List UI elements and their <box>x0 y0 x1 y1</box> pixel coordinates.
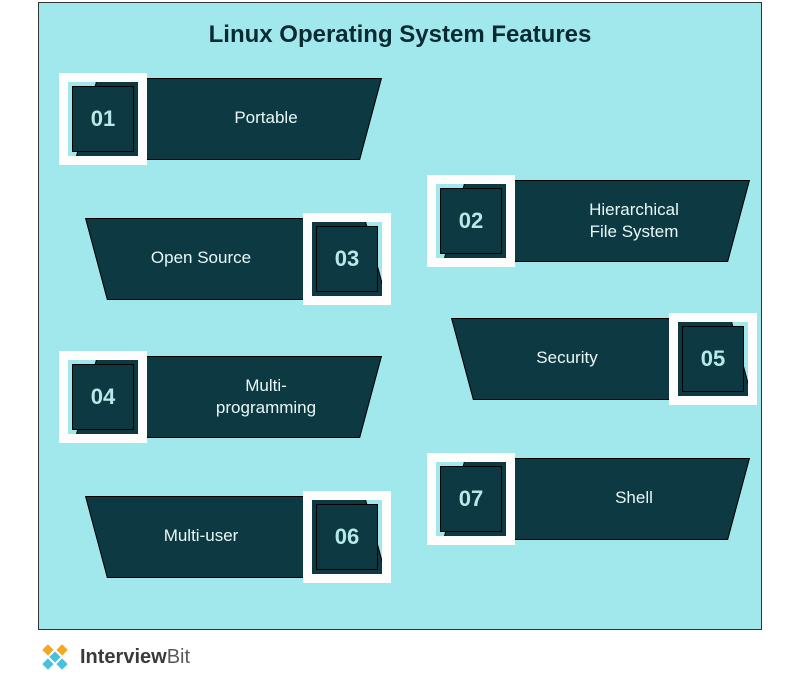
feature-item-shell: 07 Shell <box>419 453 759 545</box>
feature-number-frame <box>303 491 391 583</box>
feature-label: HierarchicalFile System <box>549 199 719 243</box>
diagram-title: Linux Operating System Features <box>39 21 761 49</box>
feature-number-frame <box>303 213 391 305</box>
feature-number-frame <box>59 73 147 165</box>
feature-label: Multi-programming <box>181 375 351 419</box>
brand-name: InterviewBit <box>80 646 190 669</box>
brand-name-part2: Bit <box>167 646 190 668</box>
footer-brand: InterviewBit <box>38 640 190 674</box>
feature-label: Security <box>487 347 647 369</box>
feature-item-multi-programming: 04 Multi-programming <box>51 351 391 443</box>
feature-item-security: 05 Security <box>437 313 767 405</box>
brand-logo-icon <box>38 640 72 674</box>
feature-label: Open Source <box>121 247 281 269</box>
feature-label: Multi-user <box>121 525 281 547</box>
brand-name-part1: Interview <box>80 646 167 668</box>
diagram-canvas: Linux Operating System Features 01 Porta… <box>38 2 762 630</box>
feature-label: Portable <box>191 107 341 129</box>
feature-item-open-source: 03 Open Source <box>71 213 401 305</box>
feature-label: Shell <box>559 487 709 509</box>
feature-number-frame <box>59 351 147 443</box>
feature-item-multi-user: 06 Multi-user <box>71 491 401 583</box>
feature-number-frame <box>427 175 515 267</box>
feature-number-frame <box>427 453 515 545</box>
feature-item-portable: 01 Portable <box>51 73 391 165</box>
feature-item-hierarchical-file-system: 02 HierarchicalFile System <box>419 175 759 267</box>
feature-number-frame <box>669 313 757 405</box>
